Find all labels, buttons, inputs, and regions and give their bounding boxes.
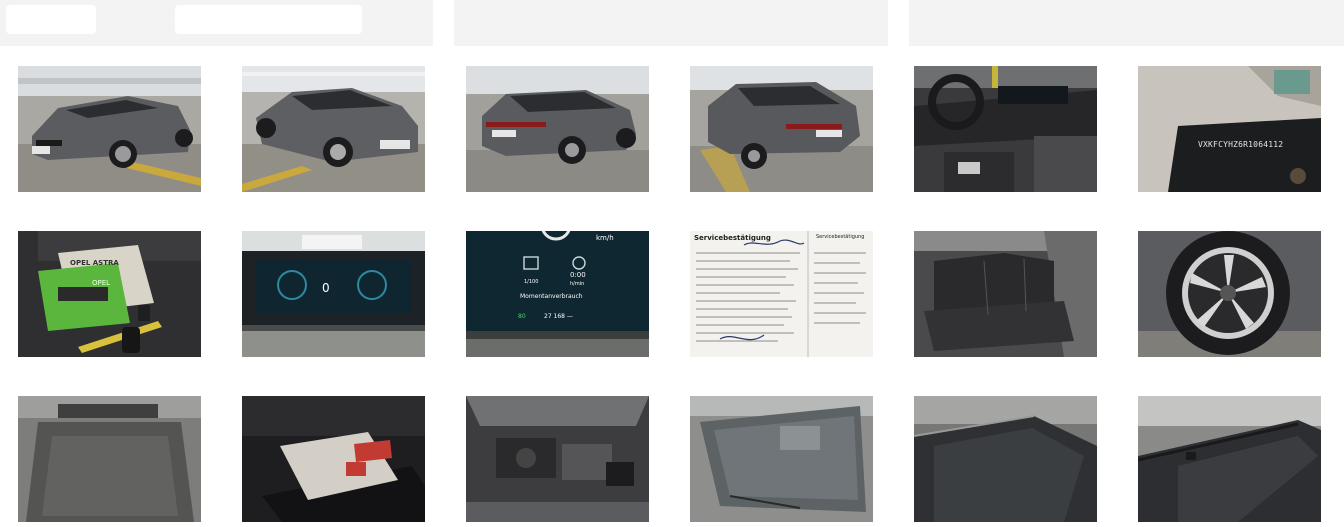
- engine-icon: [466, 396, 649, 522]
- header-field-short[interactable]: [6, 5, 96, 34]
- cluster-range: 80: [518, 313, 526, 320]
- photo-instrument-cluster[interactable]: km/h 0:00 1/100 h/min Momentanverbrauch …: [466, 231, 649, 357]
- vin-icon: [1138, 66, 1321, 192]
- car-front-icon: [242, 66, 425, 192]
- header-field-long[interactable]: [175, 5, 362, 34]
- wheel-icon: [1138, 231, 1321, 357]
- seat-icon: [914, 231, 1097, 357]
- photo-trunk-kit[interactable]: [242, 396, 425, 522]
- car-front-icon: [18, 66, 201, 192]
- dashboard-speed: 0: [322, 281, 330, 295]
- document-title: Servicebestätigung: [694, 234, 771, 242]
- header-panel-middle: [454, 0, 888, 46]
- windshield-icon: [690, 396, 873, 522]
- photo-rear-left[interactable]: [466, 66, 649, 192]
- photo-engine-bay[interactable]: [466, 396, 649, 522]
- manual-subtitle: OPEL: [92, 279, 111, 287]
- document-title-right: Servicebestätigung: [816, 234, 865, 240]
- photo-windshield[interactable]: [690, 396, 873, 522]
- trunk-icon: [18, 396, 201, 522]
- document-icon: [690, 231, 873, 357]
- photo-front-left[interactable]: [18, 66, 201, 192]
- display-icon: [242, 231, 425, 357]
- cluster-label: Momentanverbrauch: [520, 293, 583, 300]
- vin-text: VXKFCYHZ6R1064112: [1198, 140, 1284, 149]
- roof-icon: [1138, 396, 1321, 522]
- photo-roof-left[interactable]: [914, 396, 1097, 522]
- photo-dashboard[interactable]: 0: [242, 231, 425, 357]
- roof-icon: [914, 396, 1097, 522]
- manual-title: OPEL ASTRA: [70, 259, 119, 267]
- steering-wheel-icon: [914, 66, 1097, 192]
- package-icon: [242, 396, 425, 522]
- photo-rear-right[interactable]: [690, 66, 873, 192]
- photo-vin-plate[interactable]: VXKFCYHZ6R1064112: [1138, 66, 1321, 192]
- cluster-left-unit: 1/100: [524, 279, 539, 285]
- header-panel-left: [0, 0, 433, 46]
- car-rear-icon: [690, 66, 873, 192]
- photo-inspection-document[interactable]: Servicebestätigung Servicebestätigung: [690, 231, 873, 357]
- cluster-right-unit: h/min: [570, 281, 585, 287]
- header-panel-right: [909, 0, 1344, 46]
- photo-front-right[interactable]: [242, 66, 425, 192]
- cluster-time: 0:00: [570, 271, 586, 279]
- car-rear-icon: [466, 66, 649, 192]
- cluster-speed-unit: km/h: [596, 234, 614, 242]
- cluster-odometer: 27 168 —: [544, 313, 573, 320]
- photo-trunk[interactable]: [18, 396, 201, 522]
- photo-rear-seats[interactable]: [914, 231, 1097, 357]
- photo-cockpit[interactable]: [914, 66, 1097, 192]
- key-icon: [18, 231, 201, 357]
- gallery-page: VXKFCYHZ6R1064112 OPEL ASTRA OPEL 0 km/h…: [0, 0, 1344, 527]
- photo-wheel[interactable]: [1138, 231, 1321, 357]
- photo-roof-right[interactable]: [1138, 396, 1321, 522]
- photo-manual-keys[interactable]: OPEL ASTRA OPEL: [18, 231, 201, 357]
